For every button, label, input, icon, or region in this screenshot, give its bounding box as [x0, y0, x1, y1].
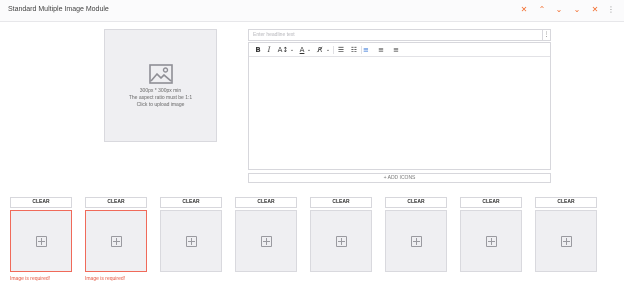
- add-image-icon: [186, 236, 197, 247]
- main-image-uploader[interactable]: 300px * 300px min The aspect ratio must …: [104, 29, 217, 142]
- align-left-button[interactable]: ≡: [363, 45, 373, 55]
- font-size-dropdown-icon[interactable]: ⌄: [289, 45, 295, 55]
- image-slot[interactable]: [310, 210, 372, 272]
- headline-menu-icon[interactable]: ⋮: [543, 29, 551, 41]
- clear-button[interactable]: CLEAR: [235, 197, 297, 208]
- add-image-icon: [561, 236, 572, 247]
- image-placeholder-icon: [149, 64, 173, 84]
- toolbar-divider: [361, 46, 362, 54]
- module-header: Standard Multiple Image Module ✕ ⌃ ⌄ ⌄ ✕…: [0, 0, 624, 22]
- image-required-error: Image is required!: [85, 276, 126, 282]
- add-image-icon: [486, 236, 497, 247]
- headline-input[interactable]: [248, 29, 543, 41]
- font-color-dropdown-icon[interactable]: ⌄: [306, 45, 312, 55]
- add-image-icon: [411, 236, 422, 247]
- clear-button[interactable]: CLEAR: [385, 197, 447, 208]
- editor-content-area[interactable]: [249, 57, 550, 169]
- add-image-icon: [36, 236, 47, 247]
- upload-size-hint: 300px * 300px min: [139, 88, 182, 94]
- bold-button[interactable]: B: [254, 45, 262, 55]
- font-color-button[interactable]: A: [298, 45, 306, 55]
- clear-button[interactable]: CLEAR: [10, 197, 72, 208]
- close-icon[interactable]: ✕: [518, 4, 530, 16]
- image-slot[interactable]: [235, 210, 297, 272]
- italic-button[interactable]: I: [265, 45, 273, 55]
- image-slot[interactable]: [535, 210, 597, 272]
- bullet-list-button[interactable]: ☰: [336, 45, 346, 55]
- chevron-down-icon[interactable]: ⌄: [553, 4, 565, 16]
- chevron-up-icon[interactable]: ⌃: [536, 4, 548, 16]
- upload-ratio-hint: The aspect ratio must be 1:1: [128, 95, 193, 101]
- clear-button[interactable]: CLEAR: [535, 197, 597, 208]
- clear-button[interactable]: CLEAR: [310, 197, 372, 208]
- align-center-button[interactable]: ≡: [376, 45, 386, 55]
- add-image-icon: [336, 236, 347, 247]
- clear-button[interactable]: CLEAR: [160, 197, 222, 208]
- clear-button[interactable]: CLEAR: [460, 197, 522, 208]
- collapse-icon[interactable]: ⌄: [571, 4, 583, 16]
- image-slot[interactable]: [10, 210, 72, 272]
- align-right-button[interactable]: ≡: [389, 45, 399, 55]
- more-menu-icon[interactable]: ⋮: [605, 4, 617, 16]
- font-size-button[interactable]: A↕: [277, 45, 289, 55]
- rich-text-editor: B I A↕ ⌄ A ⌄ R̸ ⌄ ☰ ☷ ≡ ≡ ≡: [248, 42, 551, 170]
- numbered-list-button[interactable]: ☷: [349, 45, 359, 55]
- toolbar-divider: [333, 46, 334, 54]
- clear-button[interactable]: CLEAR: [85, 197, 147, 208]
- remove-icon[interactable]: ✕: [589, 4, 601, 16]
- clear-format-dropdown-icon[interactable]: ⌄: [325, 45, 331, 55]
- image-slot[interactable]: [85, 210, 147, 272]
- editor-toolbar: B I A↕ ⌄ A ⌄ R̸ ⌄ ☰ ☷ ≡ ≡ ≡: [249, 43, 550, 57]
- image-required-error: Image is required!: [10, 276, 51, 282]
- image-slot[interactable]: [385, 210, 447, 272]
- module-title: Standard Multiple Image Module: [8, 6, 109, 13]
- add-icons-button[interactable]: + ADD ICONS: [248, 173, 551, 183]
- upload-click-hint: Click to upload image: [136, 102, 185, 108]
- image-slot[interactable]: [160, 210, 222, 272]
- add-image-icon: [261, 236, 272, 247]
- clear-format-button[interactable]: R̸: [315, 45, 325, 55]
- add-image-icon: [111, 236, 122, 247]
- image-slot[interactable]: [460, 210, 522, 272]
